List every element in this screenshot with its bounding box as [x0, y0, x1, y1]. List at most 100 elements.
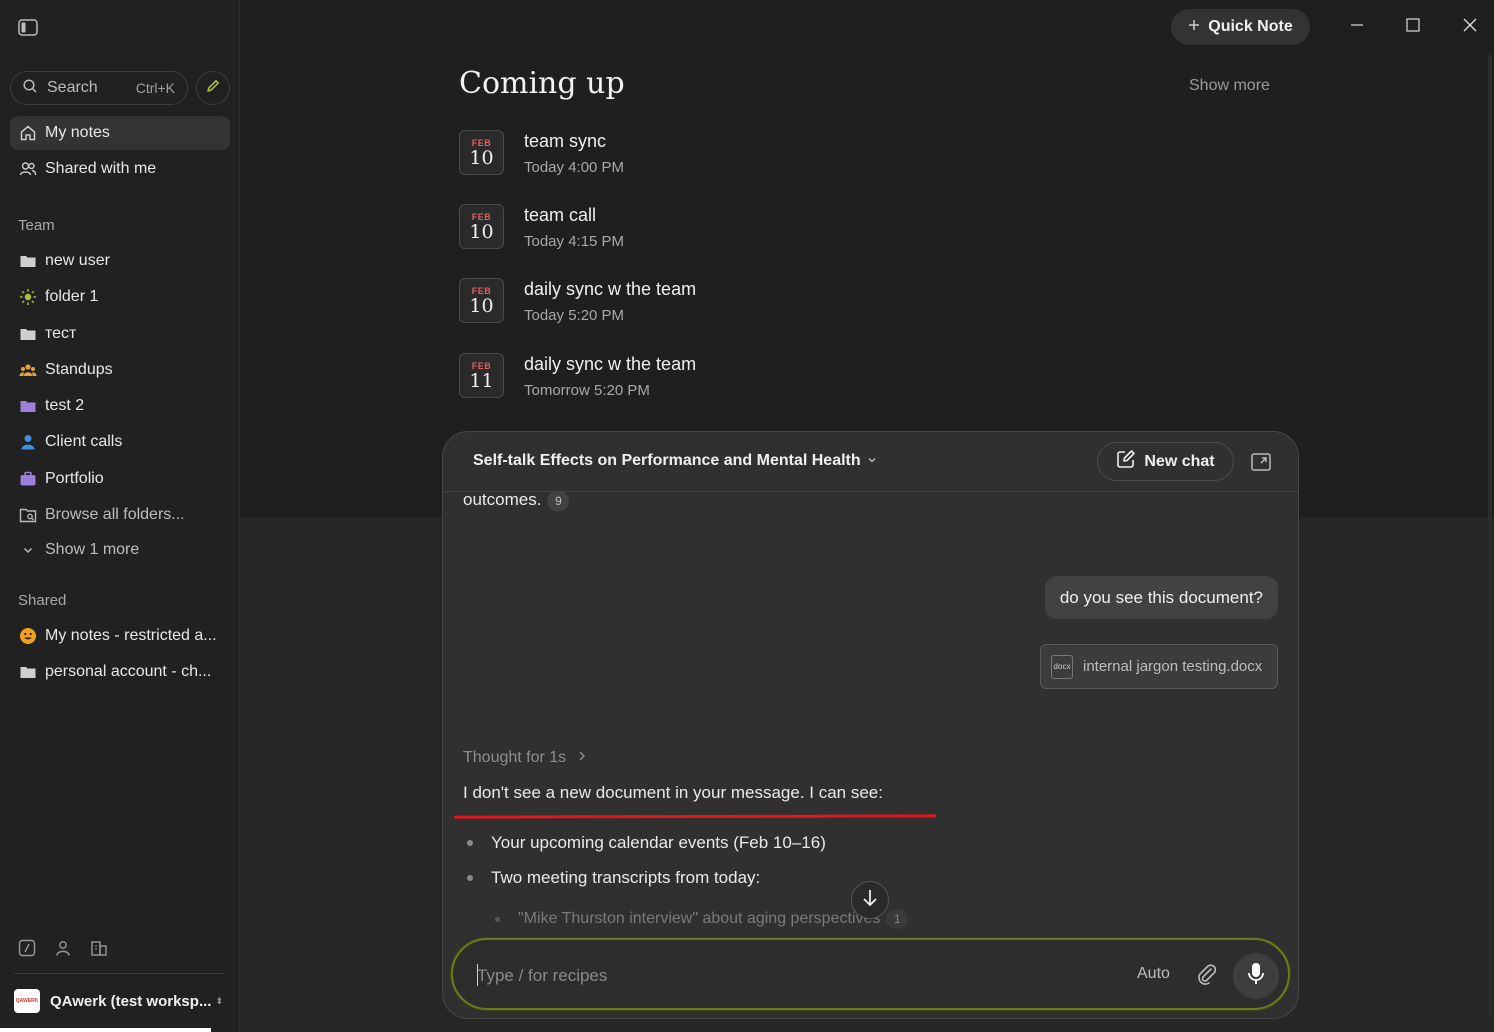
- event-title: team sync: [524, 131, 607, 151]
- search-icon: [23, 78, 37, 98]
- sidebar-item-label: Show 1 more: [45, 541, 140, 558]
- pencil-icon: [205, 78, 221, 99]
- sidebar-divider: [14, 973, 225, 974]
- citation-badge[interactable]: 1: [886, 909, 909, 929]
- sub-list-item: "Mike Thurston interview" about aging pe…: [495, 909, 909, 929]
- chat-panel: Self-talk Effects on Performance and Men…: [442, 431, 1299, 1019]
- folder-icon: [18, 396, 38, 416]
- assistant-answer: I don't see a new document in your messa…: [463, 783, 883, 802]
- quick-note-button[interactable]: Quick Note: [1171, 9, 1310, 45]
- paperclip-icon[interactable]: [1195, 963, 1219, 987]
- workspace-name: QAwerk (test worksp...: [50, 992, 212, 1010]
- scroll-to-bottom-button[interactable]: [851, 881, 889, 919]
- sidebar-item-test-cyrillic[interactable]: тест: [10, 317, 230, 351]
- people-icon: [18, 159, 38, 179]
- sidebar-item-my-notes-restricted[interactable]: My notes - restricted a...: [10, 619, 230, 653]
- text-caret: [477, 964, 478, 986]
- workspace-logo: QAWERK: [14, 989, 40, 1013]
- briefcase-icon: [18, 469, 38, 489]
- show-more-link[interactable]: Show more: [1189, 77, 1270, 95]
- sidebar-item-test-2[interactable]: test 2: [10, 389, 230, 423]
- search-shortcut: Ctrl+K: [135, 80, 175, 96]
- sidebar-footer-icons: [18, 939, 108, 957]
- sidebar-item-folder-1[interactable]: folder 1: [10, 280, 230, 314]
- sidebar: Search Ctrl+K My notes Shared with me Te…: [0, 0, 240, 1032]
- sidebar-item-label: Browse all folders...: [45, 506, 185, 523]
- mode-selector[interactable]: Auto: [1137, 965, 1170, 983]
- maximize-button[interactable]: [1403, 17, 1423, 37]
- event-item[interactable]: FEB 10 team sync Today 4:00 PM: [459, 130, 624, 176]
- shared-heading: Shared: [18, 592, 67, 609]
- microphone-button[interactable]: [1233, 953, 1279, 999]
- sidebar-item-standups[interactable]: Standups: [10, 353, 230, 387]
- chat-input-box: Auto: [451, 938, 1290, 1010]
- workspace-switcher[interactable]: QAWERK QAwerk (test worksp... ⬍: [14, 989, 234, 1013]
- event-item[interactable]: FEB 10 daily sync w the team Today 5:20 …: [459, 278, 696, 324]
- chat-input[interactable]: [477, 962, 1097, 990]
- date-badge: FEB 10: [459, 278, 504, 323]
- previous-message-tail: outcomes. 9: [463, 490, 570, 511]
- new-chat-button[interactable]: New chat: [1097, 442, 1234, 481]
- chevron-down-icon: [18, 540, 38, 560]
- event-title: daily sync w the team: [524, 354, 697, 374]
- new-chat-label: New chat: [1144, 452, 1215, 470]
- sidebar-item-shared-with-me[interactable]: Shared with me: [10, 152, 230, 186]
- chevron-right-icon: [577, 749, 587, 766]
- edit-icon: [1116, 449, 1136, 474]
- sidebar-item-label: My notes: [45, 124, 110, 141]
- window-scrollbar[interactable]: [1488, 55, 1492, 1015]
- close-button[interactable]: [1460, 17, 1480, 37]
- event-item[interactable]: FEB 11 daily sync w the team Tomorrow 5:…: [459, 353, 696, 399]
- minimize-button[interactable]: [1347, 17, 1367, 37]
- shortcut-icon[interactable]: [18, 939, 36, 957]
- event-time: Tomorrow 5:20 PM: [524, 382, 650, 399]
- list-item: Two meeting transcripts from today:: [467, 868, 760, 888]
- plus-icon: [1188, 18, 1200, 36]
- sidebar-item-label: test 2: [45, 397, 85, 414]
- minimize-icon: [1350, 18, 1364, 37]
- event-item[interactable]: FEB 10 team call Today 4:15 PM: [459, 204, 624, 250]
- sidebar-item-label: folder 1: [45, 288, 99, 305]
- sidebar-item-client-calls[interactable]: Client calls: [10, 425, 230, 459]
- attachment-chip[interactable]: docx internal jargon testing.docx: [1040, 644, 1278, 689]
- sidebar-toggle-icon[interactable]: [18, 19, 38, 36]
- search-label: Search: [47, 79, 98, 96]
- sidebar-item-new-user[interactable]: new user: [10, 244, 230, 278]
- sidebar-item-browse-all-folders[interactable]: Browse all folders...: [10, 498, 230, 532]
- sidebar-show-more[interactable]: Show 1 more: [10, 533, 230, 567]
- sun-icon: [18, 287, 38, 307]
- sidebar-item-my-notes[interactable]: My notes: [10, 116, 230, 150]
- new-note-button[interactable]: [196, 71, 230, 105]
- citation-badge[interactable]: 9: [547, 490, 570, 511]
- chevron-down-icon: [867, 452, 877, 470]
- event-time: Today 4:00 PM: [524, 159, 625, 176]
- person-icon[interactable]: [54, 939, 72, 957]
- sidebar-item-label: My notes - restricted a...: [45, 627, 217, 644]
- event-time: Today 4:15 PM: [524, 233, 625, 250]
- workspace-indicator: [0, 1028, 211, 1032]
- thought-toggle[interactable]: Thought for 1s: [463, 749, 587, 767]
- red-annotation-underline: [453, 814, 937, 819]
- date-badge: FEB 10: [459, 204, 504, 249]
- sidebar-item-personal-account[interactable]: personal account - ch...: [10, 655, 230, 689]
- person-icon: [18, 432, 38, 452]
- folder-search-icon: [18, 505, 38, 525]
- sidebar-item-label: Portfolio: [45, 470, 104, 487]
- microphone-icon: [1247, 962, 1265, 991]
- people-icon: [18, 360, 38, 380]
- building-icon[interactable]: [90, 939, 108, 957]
- user-message: do you see this document?: [1044, 576, 1278, 619]
- quick-note-label: Quick Note: [1208, 18, 1293, 35]
- search-box[interactable]: Search Ctrl+K: [10, 71, 188, 105]
- team-heading: Team: [18, 217, 55, 234]
- coming-up-title: Coming up: [459, 66, 625, 101]
- maximize-icon: [1406, 17, 1420, 37]
- list-item: Your upcoming calendar events (Feb 10–16…: [467, 833, 826, 853]
- chat-title-dropdown[interactable]: Self-talk Effects on Performance and Men…: [473, 452, 877, 470]
- home-icon: [18, 123, 38, 143]
- docx-file-icon: docx: [1051, 654, 1073, 679]
- smiley-icon: [18, 626, 38, 646]
- expand-icon[interactable]: [1250, 451, 1272, 473]
- folder-icon: [18, 251, 38, 271]
- sidebar-item-portfolio[interactable]: Portfolio: [10, 462, 230, 496]
